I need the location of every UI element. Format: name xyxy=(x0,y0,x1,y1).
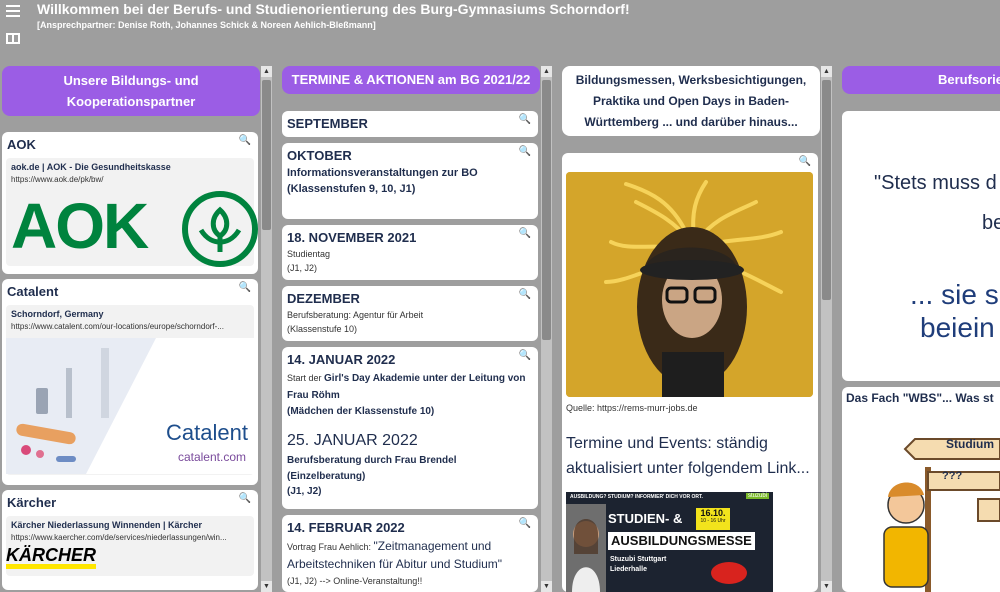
card-text: Studientag xyxy=(287,249,331,259)
column-scrollbar[interactable]: ▲ ▼ xyxy=(821,66,832,592)
scrollbar-thumb[interactable] xyxy=(542,80,551,340)
card-subtitle: 25. JANUAR 2022 xyxy=(287,432,418,449)
card-text: (J1, J2) --> Online-Veranstaltung!! xyxy=(287,576,423,586)
card-oktober[interactable]: OKTOBER 🔍 Informationsveranstaltungen zu… xyxy=(282,143,538,219)
scroll-up-icon[interactable]: ▲ xyxy=(261,66,272,77)
top-bar: Willkommen bei der Berufs- und Studienor… xyxy=(0,0,1000,60)
card-title: 18. NOVEMBER 2021 xyxy=(287,230,417,245)
column-partners: Unsere Bildungs- und Kooperationspartner xyxy=(2,66,260,116)
scroll-down-icon[interactable]: ▼ xyxy=(541,581,552,592)
column-header: Unsere Bildungs- und Kooperationspartner xyxy=(2,66,260,116)
sign-label: ??? xyxy=(942,470,963,482)
card-februar[interactable]: 14. FEBRUAR 2022 🔍 Vortrag Frau Aehlich:… xyxy=(282,515,538,592)
page-title: Willkommen bei der Berufs- und Studienor… xyxy=(37,1,630,17)
search-icon[interactable]: 🔍 xyxy=(239,282,251,293)
link-url: https://www.kaercher.com/de/services/nie… xyxy=(11,533,227,542)
card-aok[interactable]: AOK 🔍 aok.de | AOK - Die Gesundheitskass… xyxy=(2,132,258,274)
scroll-up-icon[interactable]: ▲ xyxy=(541,66,552,77)
quote-line: ... sie s xyxy=(910,279,999,310)
column-header: Berufsorie xyxy=(842,66,1000,94)
card-november[interactable]: 18. NOVEMBER 2021 🔍 Studientag (J1, J2) xyxy=(282,225,538,280)
catalent-url-text: catalent.com xyxy=(177,450,246,464)
scroll-down-icon[interactable]: ▼ xyxy=(261,581,272,592)
link-preview[interactable]: aok.de | AOK - Die Gesundheitskasse http… xyxy=(6,158,258,267)
sign-label: Studium xyxy=(946,437,994,451)
card-title: Das Fach "WBS"... Was st xyxy=(846,391,994,405)
link-title: aok.de | AOK - Die Gesundheitskasse xyxy=(11,162,171,172)
scroll-up-icon[interactable]: ▲ xyxy=(821,66,832,77)
card-januar[interactable]: 14. JANUAR 2022 🔍 Start der Girl's Day A… xyxy=(282,347,538,509)
link-title: Schorndorf, Germany xyxy=(11,309,104,319)
catalent-image: Catalent catalent.com xyxy=(6,338,254,474)
card-kaercher[interactable]: Kärcher 🔍 Kärcher Niederlassung Winnende… xyxy=(2,490,258,590)
card-title: Kärcher xyxy=(7,495,57,510)
card-september[interactable]: SEPTEMBER 🔍 xyxy=(282,111,538,137)
quote-line: beiein xyxy=(920,312,995,343)
link-url: https://www.aok.de/pk/bw/ xyxy=(11,175,104,184)
scrollbar-thumb[interactable] xyxy=(822,80,831,300)
card-text: (J1, J2) xyxy=(287,263,318,273)
board-icon[interactable] xyxy=(6,33,20,44)
search-icon[interactable]: 🔍 xyxy=(799,156,811,167)
column-header: Bildungsmessen, Werksbesichtigungen, Pra… xyxy=(562,66,820,136)
link-preview[interactable]: Kärcher Niederlassung Winnenden | Kärche… xyxy=(6,516,254,576)
card-events[interactable]: 🔍 Quelle: https://rems-murr-jobs.de Term… xyxy=(562,153,818,592)
card-text: Vortrag Frau Aehlich: "Zeitmanagement un… xyxy=(287,539,503,571)
card-title: 14. FEBRUAR 2022 xyxy=(287,520,405,535)
link-preview[interactable]: Schorndorf, Germany https://www.catalent… xyxy=(6,305,254,475)
catalent-logo: Catalent xyxy=(166,420,248,445)
card-title: DEZEMBER xyxy=(287,291,360,306)
column-berufsorientierung: Berufsorie xyxy=(842,66,1000,94)
card-title: 14. JANUAR 2022 xyxy=(287,352,396,367)
column-termine: TERMINE & AKTIONEN am BG 2021/22 xyxy=(282,66,540,94)
kaercher-logo: KÄRCHER xyxy=(6,546,96,569)
stuzubi-ad-image[interactable]: AUSBILDUNG? STUDIUM? INFORMIER' DICH VOR… xyxy=(566,492,773,592)
card-title: SEPTEMBER xyxy=(287,116,368,131)
card-title: AOK xyxy=(7,137,36,152)
column-scrollbar[interactable]: ▲ ▼ xyxy=(261,66,272,592)
search-icon[interactable]: 🔍 xyxy=(519,228,531,239)
scroll-down-icon[interactable]: ▼ xyxy=(821,581,832,592)
scrollbar-thumb[interactable] xyxy=(262,80,271,230)
column-header: TERMINE & AKTIONEN am BG 2021/22 xyxy=(282,66,540,94)
search-icon[interactable]: 🔍 xyxy=(519,114,531,125)
search-icon[interactable]: 🔍 xyxy=(519,289,531,300)
card-dezember[interactable]: DEZEMBER 🔍 Berufsberatung: Agentur für A… xyxy=(282,286,538,341)
search-icon[interactable]: 🔍 xyxy=(519,518,531,529)
search-icon[interactable]: 🔍 xyxy=(519,350,531,361)
quote-line: "Stets muss d xyxy=(874,172,997,194)
page-subtitle: [Ansprechpartner: Denise Roth, Johannes … xyxy=(37,20,376,30)
link-title: Kärcher Niederlassung Winnenden | Kärche… xyxy=(11,520,202,530)
card-text: Informationsveranstaltungen zur BO (Klas… xyxy=(287,167,478,195)
aok-logo: AOK xyxy=(11,184,258,267)
card-catalent[interactable]: Catalent 🔍 Schorndorf, Germany https://w… xyxy=(2,279,258,485)
card-text: (Klassenstufe 10) xyxy=(287,324,358,334)
column-scrollbar[interactable]: ▲ ▼ xyxy=(541,66,552,592)
events-text: Termine und Events: ständig aktualisiert… xyxy=(566,435,810,477)
search-icon[interactable]: 🔍 xyxy=(519,146,531,157)
card-text: Berufsberatung durch Frau Brendel (Einze… xyxy=(287,455,457,482)
card-quote[interactable]: "Stets muss d be ... sie s beiein xyxy=(842,111,1000,381)
quote-line: be xyxy=(982,212,1000,234)
card-text: (Mädchen der Klassenstufe 10) xyxy=(287,406,435,417)
card-wbs[interactable]: Das Fach "WBS"... Was st Studium ??? xyxy=(842,387,1000,592)
search-icon[interactable]: 🔍 xyxy=(239,493,251,504)
menu-icon[interactable] xyxy=(6,5,20,17)
card-title: OKTOBER xyxy=(287,148,352,163)
image-source: Quelle: https://rems-murr-jobs.de xyxy=(566,403,698,413)
link-url: https://www.catalent.com/our-locations/e… xyxy=(11,322,224,331)
thinking-girl-image xyxy=(566,172,813,397)
card-text: Berufsberatung: Agentur für Arbeit xyxy=(287,310,424,320)
search-icon[interactable]: 🔍 xyxy=(239,135,251,146)
card-text: (J1, J2) xyxy=(287,486,322,497)
card-text: Start der Girl's Day Akademie unter der … xyxy=(287,373,526,401)
column-messen: Bildungsmessen, Werksbesichtigungen, Pra… xyxy=(562,66,820,136)
card-title: Catalent xyxy=(7,284,59,299)
